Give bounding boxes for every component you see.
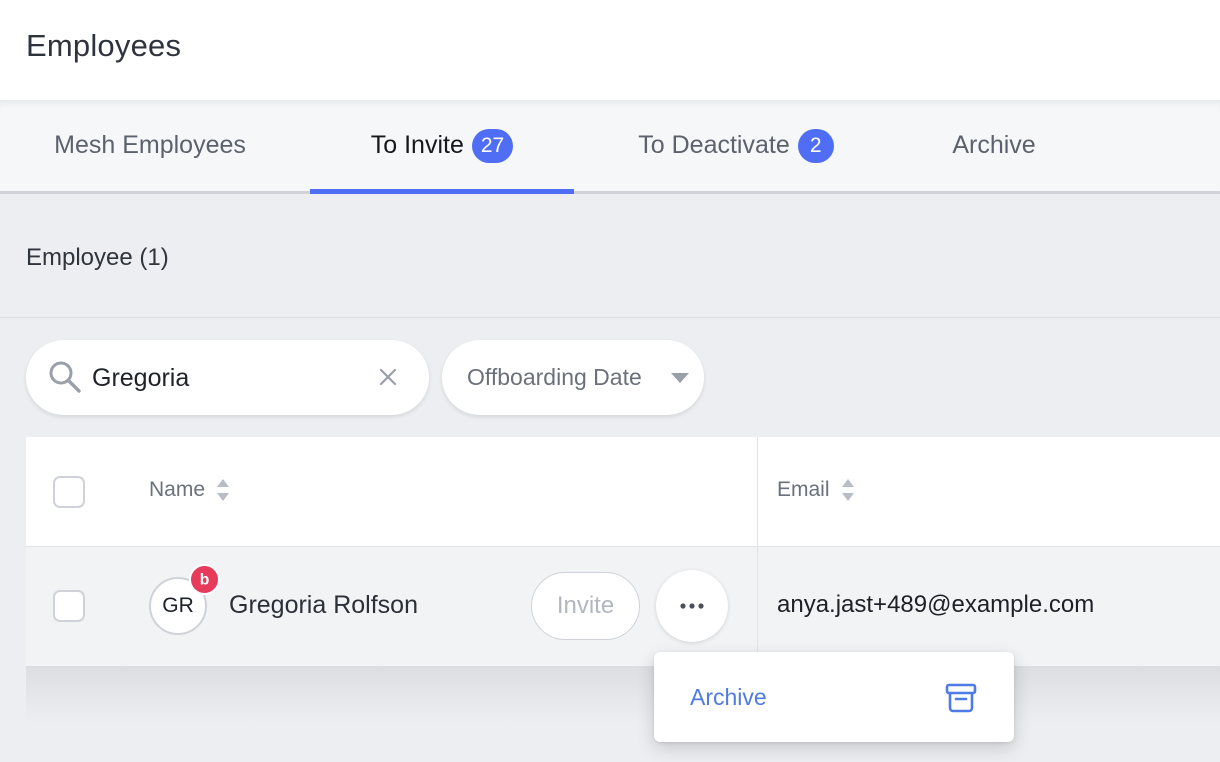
search-box[interactable] [26, 340, 429, 415]
table-row[interactable]: GR b Gregoria Rolfson Invite anya.jast+4… [26, 547, 1220, 667]
employee-table: Name Email GR b Gregoria Rolfson Invite … [26, 437, 1220, 762]
sort-icon[interactable] [841, 478, 854, 502]
search-input[interactable] [92, 358, 362, 398]
svg-text:b: b [200, 572, 210, 589]
tab-bar: Mesh Employees To Invite 27 To Deactivat… [0, 100, 1220, 194]
tab-mesh-employees[interactable]: Mesh Employees [0, 100, 300, 191]
tab-archive[interactable]: Archive [900, 100, 1088, 191]
column-label: Email [777, 478, 830, 501]
tab-label: Archive [952, 131, 1036, 159]
filter-label: Offboarding Date [467, 364, 642, 390]
menu-item-label: Archive [690, 684, 767, 710]
more-horizontal-icon [680, 603, 704, 609]
column-label: Name [149, 478, 206, 501]
top-bar: Employees [0, 0, 1220, 100]
avatar-initials: GR [162, 594, 194, 617]
count-badge: 2 [797, 128, 834, 163]
table-empty-area [26, 667, 1220, 762]
tab-label: To Invite [370, 131, 464, 159]
archive-icon [945, 683, 977, 713]
column-header-email[interactable]: Email [777, 478, 854, 502]
brand-badge-icon: b [189, 564, 220, 595]
count-badge: 27 [471, 128, 514, 163]
section-title: Employee (1) [26, 244, 169, 271]
offboarding-date-filter[interactable]: Offboarding Date [442, 340, 704, 415]
employee-name: Gregoria Rolfson [229, 591, 418, 619]
page-title: Employees [26, 28, 182, 63]
tab-to-deactivate[interactable]: To Deactivate 2 [600, 100, 872, 191]
tab-label: To Deactivate [638, 131, 790, 159]
invite-button[interactable]: Invite [531, 572, 640, 640]
section-header: Employee (1) [0, 194, 1220, 318]
search-icon [49, 361, 81, 393]
tab-to-invite[interactable]: To Invite 27 [310, 100, 574, 194]
column-header-name[interactable]: Name [149, 478, 230, 502]
close-icon[interactable] [375, 364, 401, 390]
table-header: Name Email [26, 437, 1220, 547]
tab-label: Mesh Employees [54, 131, 246, 159]
chevron-down-icon [671, 373, 689, 383]
menu-item-archive[interactable]: Archive [654, 652, 1014, 742]
select-all-checkbox[interactable] [53, 476, 85, 508]
employee-email: anya.jast+489@example.com [777, 591, 1095, 618]
row-actions-menu: Archive [654, 652, 1014, 742]
more-options-button[interactable] [656, 570, 728, 642]
sort-icon[interactable] [217, 478, 230, 502]
row-checkbox[interactable] [53, 590, 85, 622]
column-divider [757, 437, 758, 667]
